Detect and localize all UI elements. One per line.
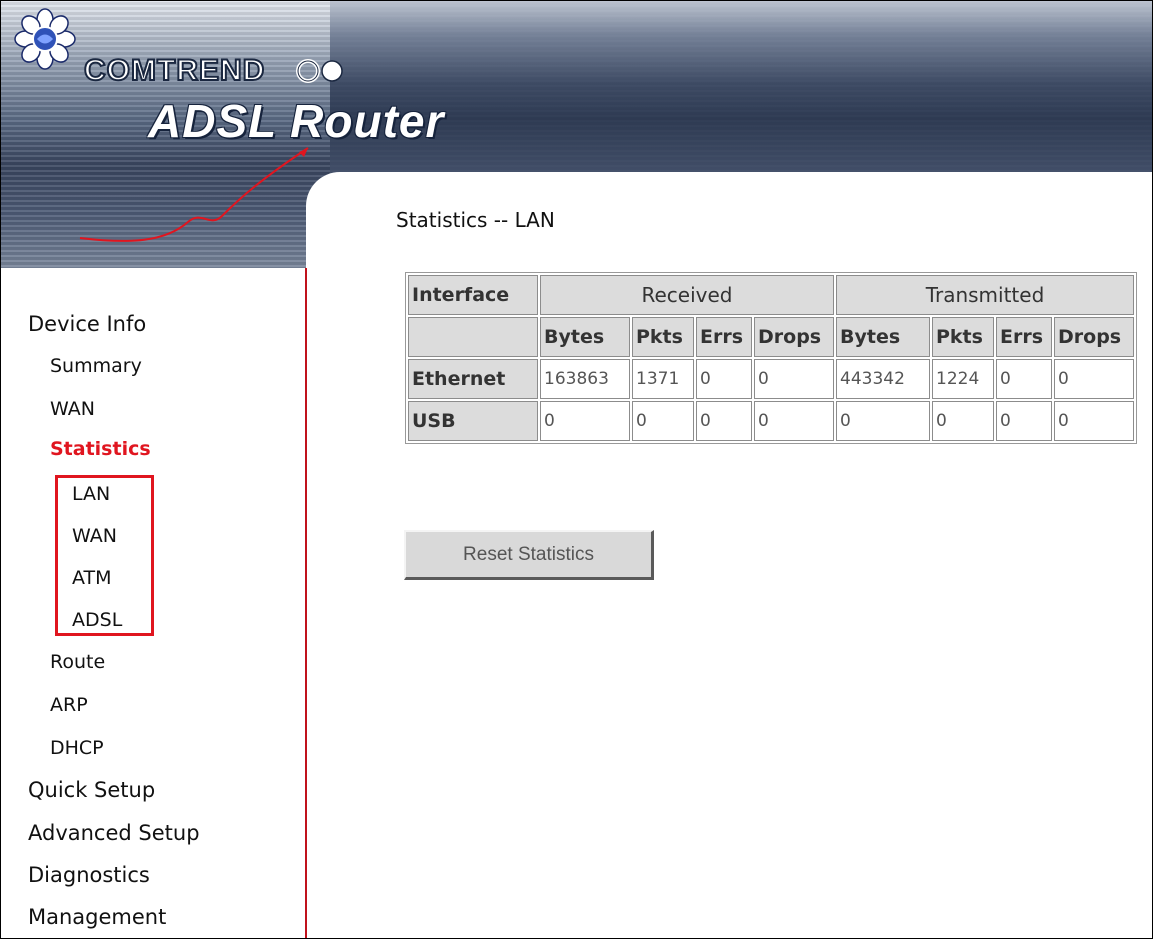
page-frame xyxy=(0,0,1153,939)
